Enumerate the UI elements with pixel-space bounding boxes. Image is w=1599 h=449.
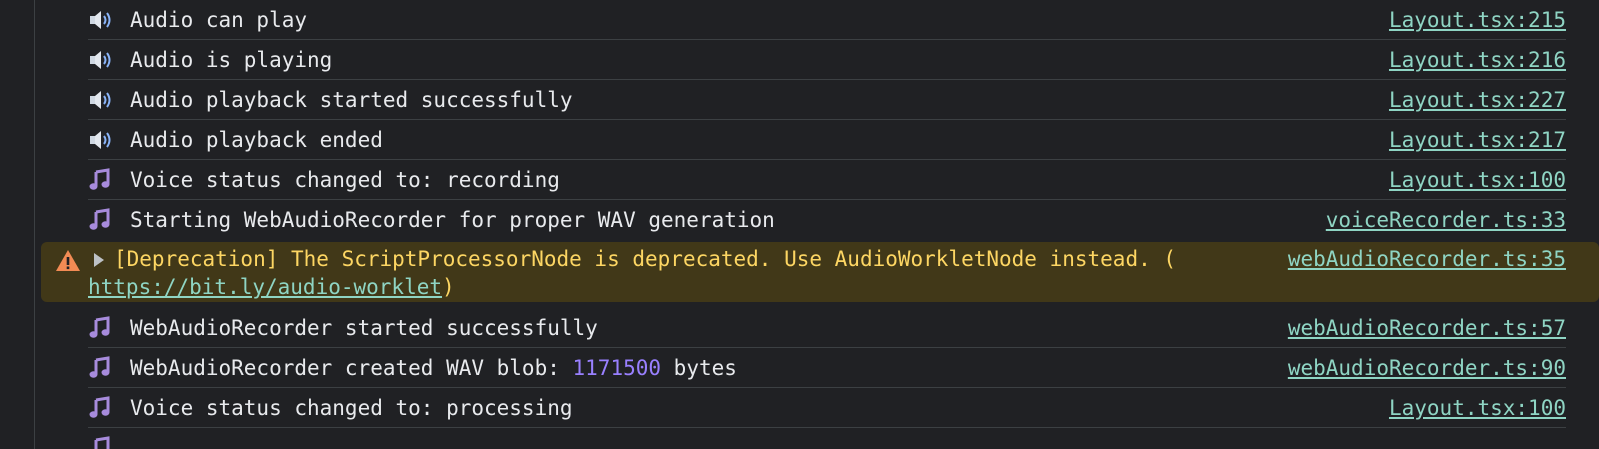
expand-triangle-icon[interactable] bbox=[94, 253, 104, 267]
console-message-text: Audio is playing bbox=[130, 47, 333, 72]
music-note-icon bbox=[88, 395, 130, 420]
console-row: Audio can play Layout.tsx:215 bbox=[88, 0, 1566, 40]
warning-message-continuation: https://bit.ly/audio-worklet) bbox=[88, 275, 455, 299]
console-message-text: WebAudioRecorder created WAV blob: 11715… bbox=[130, 356, 1288, 380]
speaker-icon bbox=[88, 89, 130, 111]
console-message-text: Voice status changed to: processing bbox=[130, 395, 573, 420]
console-message-text: Starting WebAudioRecorder for proper WAV… bbox=[130, 208, 775, 232]
source-link[interactable]: voiceRecorder.ts:33 bbox=[1326, 208, 1566, 232]
music-note-icon bbox=[88, 436, 130, 449]
source-link[interactable]: webAudioRecorder.ts:35 bbox=[1288, 247, 1566, 271]
source-link-wrap: webAudioRecorder.ts:35 bbox=[1288, 247, 1566, 271]
console-messages: Audio can play Layout.tsx:215 Audio is p… bbox=[41, 0, 1599, 449]
source-link[interactable]: Layout.tsx:216 bbox=[1389, 48, 1566, 72]
message-suffix: bytes bbox=[661, 355, 737, 380]
music-note-icon bbox=[88, 167, 130, 192]
source-link[interactable]: webAudioRecorder.ts:90 bbox=[1288, 356, 1566, 380]
message-number-value: 1171500 bbox=[572, 355, 662, 380]
console-row: WebAudioRecorder created WAV blob: 11715… bbox=[88, 348, 1566, 388]
warning-close-paren: ) bbox=[442, 275, 455, 299]
console-row: Voice status changed to: processing Layo… bbox=[88, 388, 1566, 428]
speaker-icon bbox=[88, 49, 130, 71]
console-left-gutter bbox=[0, 0, 35, 449]
console-row: Audio is playing Layout.tsx:216 bbox=[88, 40, 1566, 80]
console-warning-row: [Deprecation] The ScriptProcessorNode is… bbox=[41, 242, 1599, 302]
console-message-text: Audio playback started successfully bbox=[130, 87, 573, 112]
console-message-text: Audio can play bbox=[130, 7, 308, 32]
music-note-icon bbox=[88, 355, 130, 380]
speaker-icon bbox=[88, 9, 130, 31]
warning-message-text: [Deprecation] The ScriptProcessorNode is… bbox=[114, 247, 1177, 271]
console-row-partial bbox=[88, 428, 1566, 449]
source-link[interactable]: webAudioRecorder.ts:57 bbox=[1288, 316, 1566, 340]
music-note-icon bbox=[88, 315, 130, 340]
console-message-text: Audio playback ended bbox=[130, 127, 383, 152]
source-link[interactable]: Layout.tsx:227 bbox=[1389, 88, 1566, 112]
message-prefix: WebAudioRecorder created WAV blob: bbox=[130, 355, 573, 380]
warning-icon bbox=[55, 248, 81, 274]
console-message-text: WebAudioRecorder started successfully bbox=[130, 315, 598, 340]
source-link[interactable]: Layout.tsx:217 bbox=[1389, 128, 1566, 152]
source-link[interactable]: Layout.tsx:215 bbox=[1389, 8, 1566, 32]
console-row: Audio playback ended Layout.tsx:217 bbox=[88, 120, 1566, 160]
console-row: Audio playback started successfully Layo… bbox=[88, 80, 1566, 120]
console-row: WebAudioRecorder started successfully we… bbox=[88, 308, 1566, 348]
speaker-icon bbox=[88, 129, 130, 151]
console-message-text: Voice status changed to: recording bbox=[130, 167, 560, 192]
console-row: Voice status changed to: recording Layou… bbox=[88, 160, 1566, 200]
source-link[interactable]: Layout.tsx:100 bbox=[1389, 396, 1566, 420]
console-row: Starting WebAudioRecorder for proper WAV… bbox=[88, 200, 1566, 240]
source-link[interactable]: Layout.tsx:100 bbox=[1389, 168, 1566, 192]
music-note-icon bbox=[88, 208, 130, 232]
warning-link[interactable]: https://bit.ly/audio-worklet bbox=[88, 275, 442, 299]
